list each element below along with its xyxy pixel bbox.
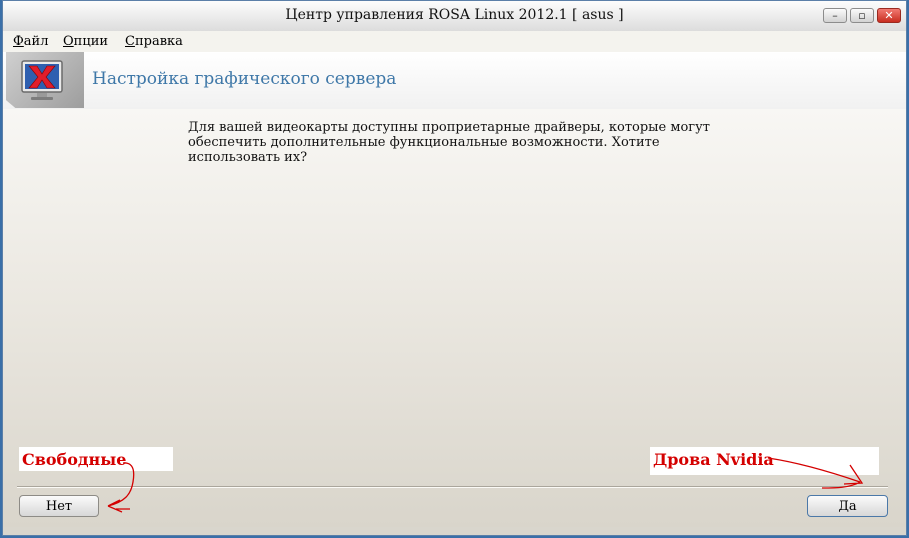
annotation-free-drivers: Свободные <box>19 447 173 471</box>
driver-question-text: Для вашей видеокарты доступны проприетар… <box>188 120 748 165</box>
menu-options[interactable]: Опции <box>63 34 108 49</box>
button-separator <box>17 486 888 488</box>
xserver-icon <box>21 60 63 100</box>
maximize-button[interactable]: ▫ <box>850 8 874 23</box>
page-title: Настройка графического сервера <box>92 69 397 89</box>
annotation-nvidia-drivers: Дрова Nvidia <box>650 447 879 475</box>
yes-button[interactable]: Да <box>807 495 888 517</box>
close-button[interactable]: ✕ <box>877 8 901 23</box>
title-bar[interactable]: Центр управления ROSA Linux 2012.1 [ asu… <box>3 1 906 32</box>
menu-bar: Файл Опции Справка <box>3 31 906 53</box>
window-title: Центр управления ROSA Linux 2012.1 [ asu… <box>285 7 624 23</box>
minimize-button[interactable]: – <box>823 8 847 23</box>
header-icon-background <box>6 52 84 108</box>
message-line: Для вашей видеокарты доступны проприетар… <box>188 120 710 135</box>
window-controls: – ▫ ✕ <box>823 8 901 23</box>
page-header: Настройка графического сервера <box>3 52 906 110</box>
menu-file[interactable]: Файл <box>13 34 48 49</box>
message-line: обеспечить дополнительные функциональные… <box>188 135 660 150</box>
menu-help[interactable]: Справка <box>125 34 183 49</box>
no-button[interactable]: Нет <box>19 495 99 517</box>
message-line: использовать их? <box>188 150 308 165</box>
